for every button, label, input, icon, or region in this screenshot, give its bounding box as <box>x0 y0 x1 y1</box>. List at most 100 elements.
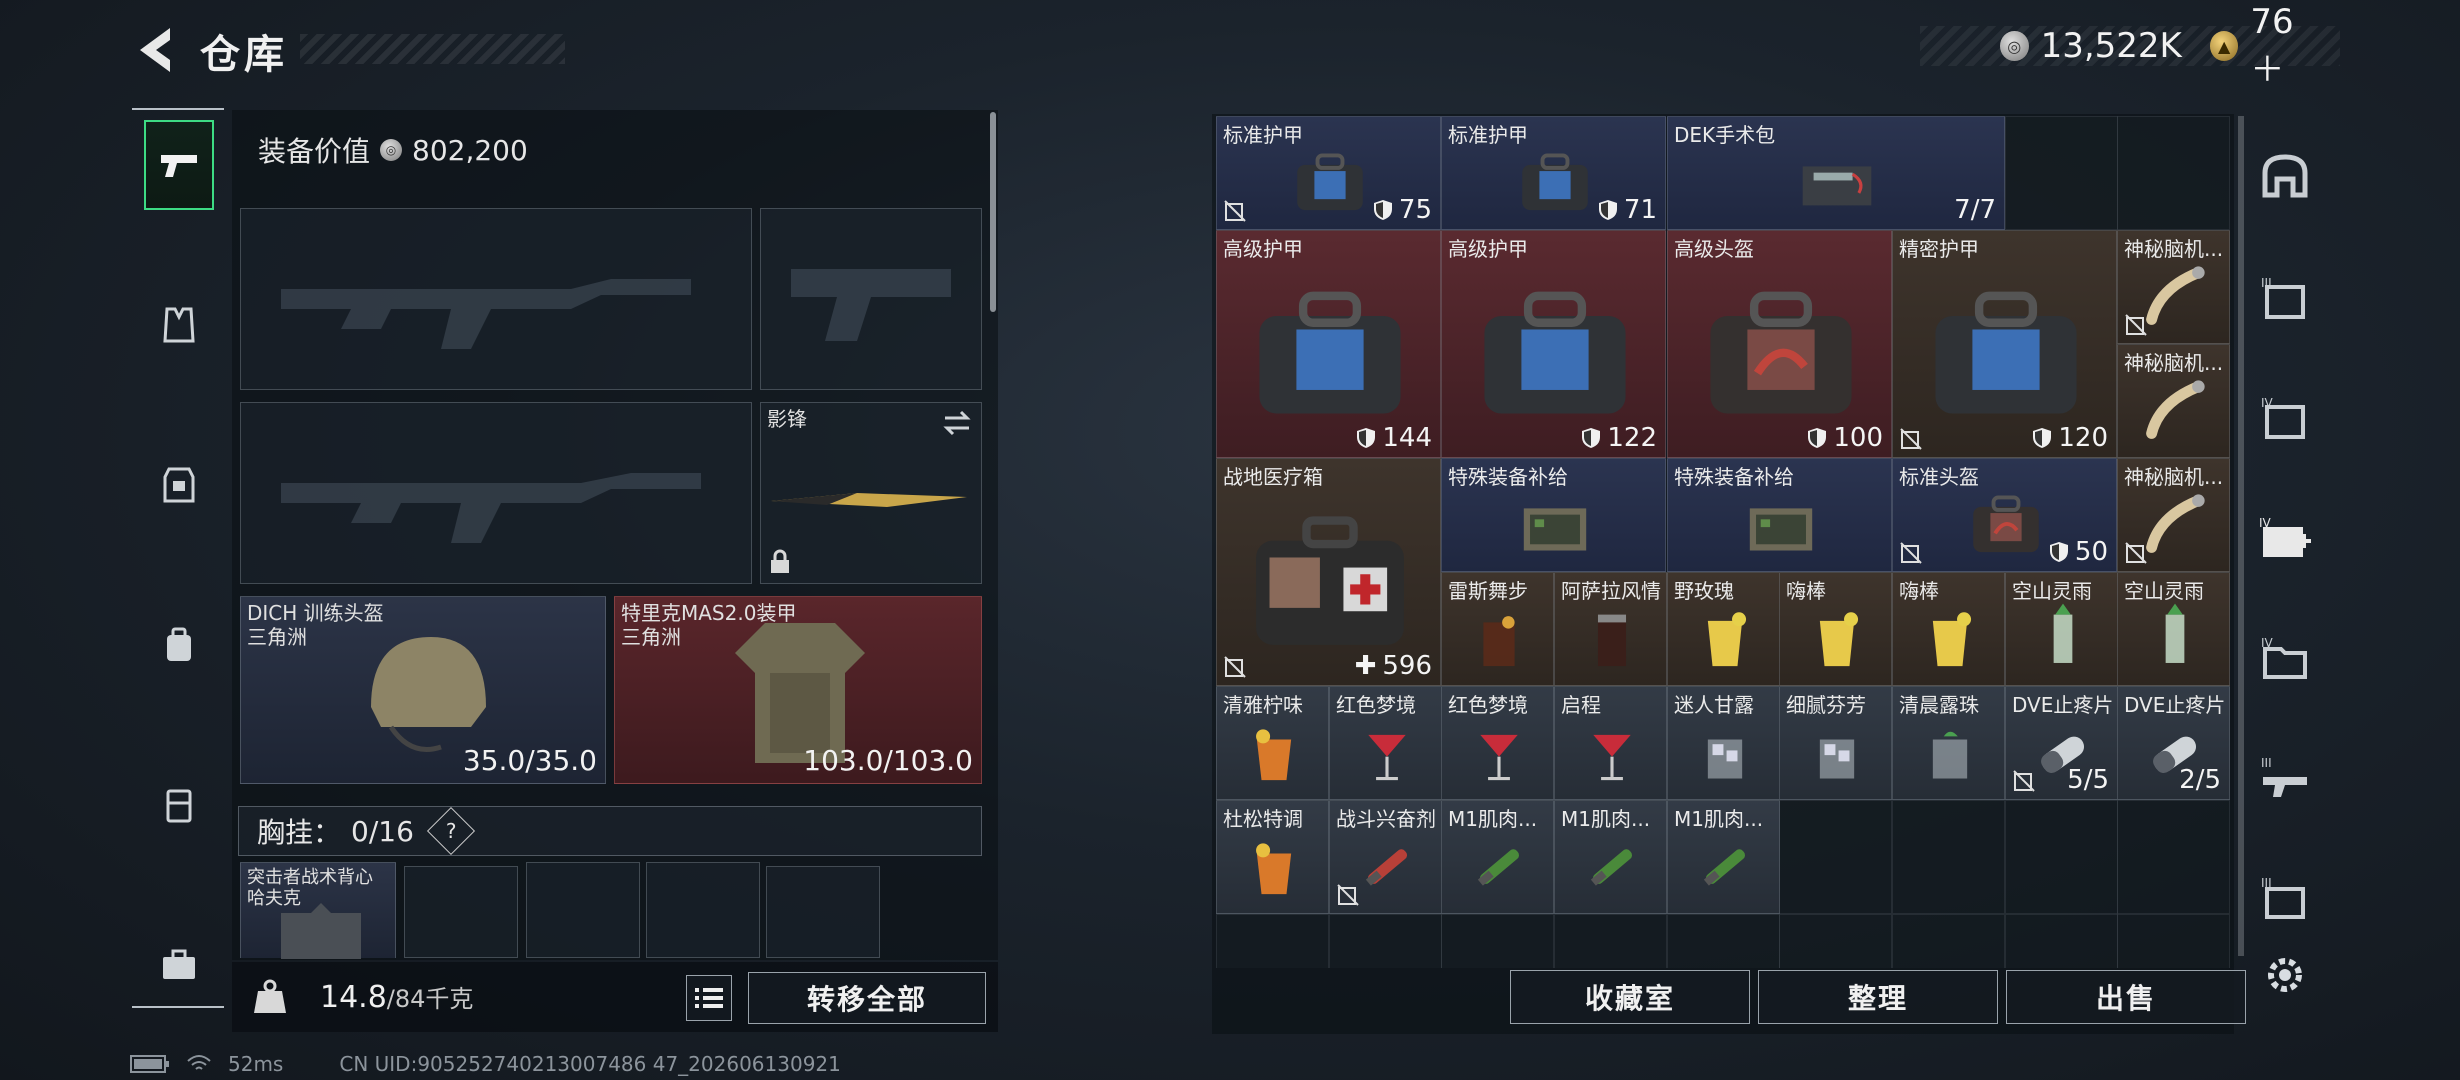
storage-item[interactable]: 神秘脑机... <box>2117 230 2230 344</box>
storage-item[interactable]: 精密护甲 120 <box>1892 230 2117 458</box>
empty-storage-slot[interactable] <box>2005 800 2118 914</box>
storage-item[interactable]: M1肌肉... <box>1554 800 1667 914</box>
storage-item[interactable]: 高级头盔 100 <box>1667 230 1892 458</box>
storage-item[interactable]: 阿萨拉风情 <box>1554 572 1667 686</box>
storage-item[interactable]: 红色梦境 <box>1329 686 1442 800</box>
storage-item[interactable]: 清雅柠味 <box>1216 686 1329 800</box>
supply-crate-icon <box>1749 508 1813 551</box>
storage-item[interactable]: 高级护甲 144 <box>1216 230 1441 458</box>
secondary-weapon-slot[interactable] <box>240 402 752 584</box>
pistol-slot[interactable] <box>760 208 982 390</box>
storage-item[interactable]: 嗨棒 <box>1892 572 2005 686</box>
storage-item[interactable]: 空山灵雨 <box>2117 572 2230 686</box>
empty-storage-slot[interactable] <box>2117 800 2230 914</box>
martini-icon <box>1593 734 1631 781</box>
storage-item[interactable]: 启程 <box>1554 686 1667 800</box>
svg-text:IV: IV <box>2261 396 2274 410</box>
tab-storage-folder[interactable]: IV <box>2252 624 2318 694</box>
collection-button[interactable]: 收藏室 <box>1510 970 1750 1024</box>
pocket-slot[interactable] <box>526 862 640 958</box>
storage-item[interactable]: 红色梦境 <box>1441 686 1554 800</box>
empty-storage-slot[interactable] <box>1779 800 1892 914</box>
equipment-scrollbar[interactable] <box>990 112 996 312</box>
storage-item[interactable]: 清晨露珠 <box>1892 686 2005 800</box>
storage-item[interactable]: 野玫瑰 <box>1667 572 1780 686</box>
empty-storage-slot[interactable] <box>2117 116 2230 230</box>
primary-weapon-slot[interactable] <box>240 208 752 390</box>
storage-item-value: 50 <box>2074 537 2108 567</box>
storage-item-name: 精密护甲 <box>1899 237 1979 261</box>
tab-storage-3[interactable]: III <box>2252 264 2318 334</box>
nav-case[interactable] <box>144 920 214 1010</box>
empty-storage-slot[interactable] <box>1667 914 1780 968</box>
empty-storage-slot[interactable] <box>1216 914 1329 968</box>
tab-storage-box[interactable]: III <box>2252 864 2318 934</box>
battery-icon <box>130 1055 169 1073</box>
help-icon[interactable]: ? <box>426 806 475 856</box>
vest-slot[interactable]: 突击者战术背心 哈夫克 <box>240 862 396 959</box>
storage-item[interactable]: 特殊装备补给 <box>1667 458 1892 572</box>
armor-bag-icon <box>1484 291 1626 414</box>
storage-item[interactable]: 神秘脑机... <box>2117 458 2230 572</box>
rig-icon <box>166 789 192 823</box>
back-button[interactable] <box>130 22 186 78</box>
storage-item[interactable]: 雷斯舞步 <box>1441 572 1554 686</box>
empty-storage-slot[interactable] <box>1329 914 1442 968</box>
storage-item[interactable]: 细腻芬芳 <box>1779 686 1892 800</box>
empty-storage-slot[interactable] <box>2005 116 2118 230</box>
armor-slot[interactable]: 特里克MAS2.0装甲 三角洲 103.0/103.0 <box>614 596 982 784</box>
tab-storage-medical[interactable]: IV <box>2252 504 2318 574</box>
pocket-slot[interactable] <box>766 866 880 958</box>
storage-item[interactable]: 战地医疗箱 ✚ 596 <box>1216 458 1441 686</box>
storage-item[interactable]: 高级护甲 122 <box>1441 230 1666 458</box>
nav-chest-rig[interactable] <box>144 280 214 370</box>
nav-armor[interactable] <box>144 440 214 530</box>
melee-slot[interactable]: 影锋 <box>760 402 982 584</box>
storage-item[interactable]: 杜松特调 <box>1216 800 1329 914</box>
storage-item[interactable]: M1肌肉... <box>1667 800 1780 914</box>
empty-storage-slot[interactable] <box>1892 800 2005 914</box>
tab-storage-weapons[interactable]: III <box>2252 744 2318 814</box>
nav-weapons[interactable] <box>144 120 214 210</box>
storage-item[interactable]: 战斗兴奋剂 <box>1329 800 1442 914</box>
storage-item[interactable]: 标准头盔 50 <box>1892 458 2117 572</box>
storage-item[interactable]: 嗨棒 <box>1779 572 1892 686</box>
storage-item[interactable]: 标准护甲 71 <box>1441 116 1666 230</box>
empty-storage-slot[interactable] <box>1779 914 1892 968</box>
empty-storage-slot[interactable] <box>2117 914 2230 968</box>
storage-item[interactable]: M1肌肉... <box>1441 800 1554 914</box>
nav-pouch[interactable] <box>144 760 214 850</box>
storage-item[interactable]: 神秘脑机... <box>2117 344 2230 458</box>
storage-item[interactable]: 标准护甲 75 <box>1216 116 1441 230</box>
empty-storage-slot[interactable] <box>2005 914 2118 968</box>
storage-item[interactable]: 特殊装备补给 <box>1441 458 1666 572</box>
storage-item[interactable]: DEK手术包 7/7 <box>1667 116 2005 230</box>
storage-item[interactable]: DVE止疼片 5/5 <box>2005 686 2118 800</box>
storage-item[interactable]: DVE止疼片 2/5 <box>2117 686 2230 800</box>
tab-storage-4[interactable]: IV <box>2252 384 2318 454</box>
pocket-slot[interactable] <box>646 862 760 958</box>
organize-button[interactable]: 整理 <box>1758 970 1998 1024</box>
gold-balance[interactable]: 76＋ <box>2250 2 2324 91</box>
not-insured-icon <box>1224 200 1246 222</box>
settings-button[interactable] <box>2252 940 2318 1010</box>
empty-storage-slot[interactable] <box>1441 914 1554 968</box>
storage-scrollbar[interactable] <box>2238 116 2244 956</box>
list-view-button[interactable] <box>686 975 732 1021</box>
storage-tier-3-weapon-icon: III <box>2261 756 2307 797</box>
transfer-all-button[interactable]: 转移全部 <box>748 972 986 1024</box>
storage-grid: 标准护甲 75 标准护甲 71 DEK手术包 7/7 高级护甲 144 高级护甲 122 高级头盔 1… <box>1216 116 2230 968</box>
nav-backpack[interactable] <box>144 600 214 690</box>
tab-bunker[interactable] <box>2252 140 2318 210</box>
empty-storage-slot[interactable] <box>1554 914 1667 968</box>
storage-item-value: 144 <box>1382 423 1432 453</box>
empty-storage-slot[interactable] <box>1892 914 2005 968</box>
storage-item[interactable]: 空山灵雨 <box>2005 572 2118 686</box>
brain-chip-icon <box>2146 380 2205 439</box>
storage-item[interactable]: 迷人甘露 <box>1667 686 1780 800</box>
sell-button[interactable]: 出售 <box>2006 970 2246 1024</box>
durability-shield-icon <box>1598 200 1617 220</box>
pocket-slot[interactable] <box>404 866 518 958</box>
swap-icon[interactable] <box>941 409 973 437</box>
helmet-slot[interactable]: DICH 训练头盔 三角洲 35.0/35.0 <box>240 596 606 784</box>
